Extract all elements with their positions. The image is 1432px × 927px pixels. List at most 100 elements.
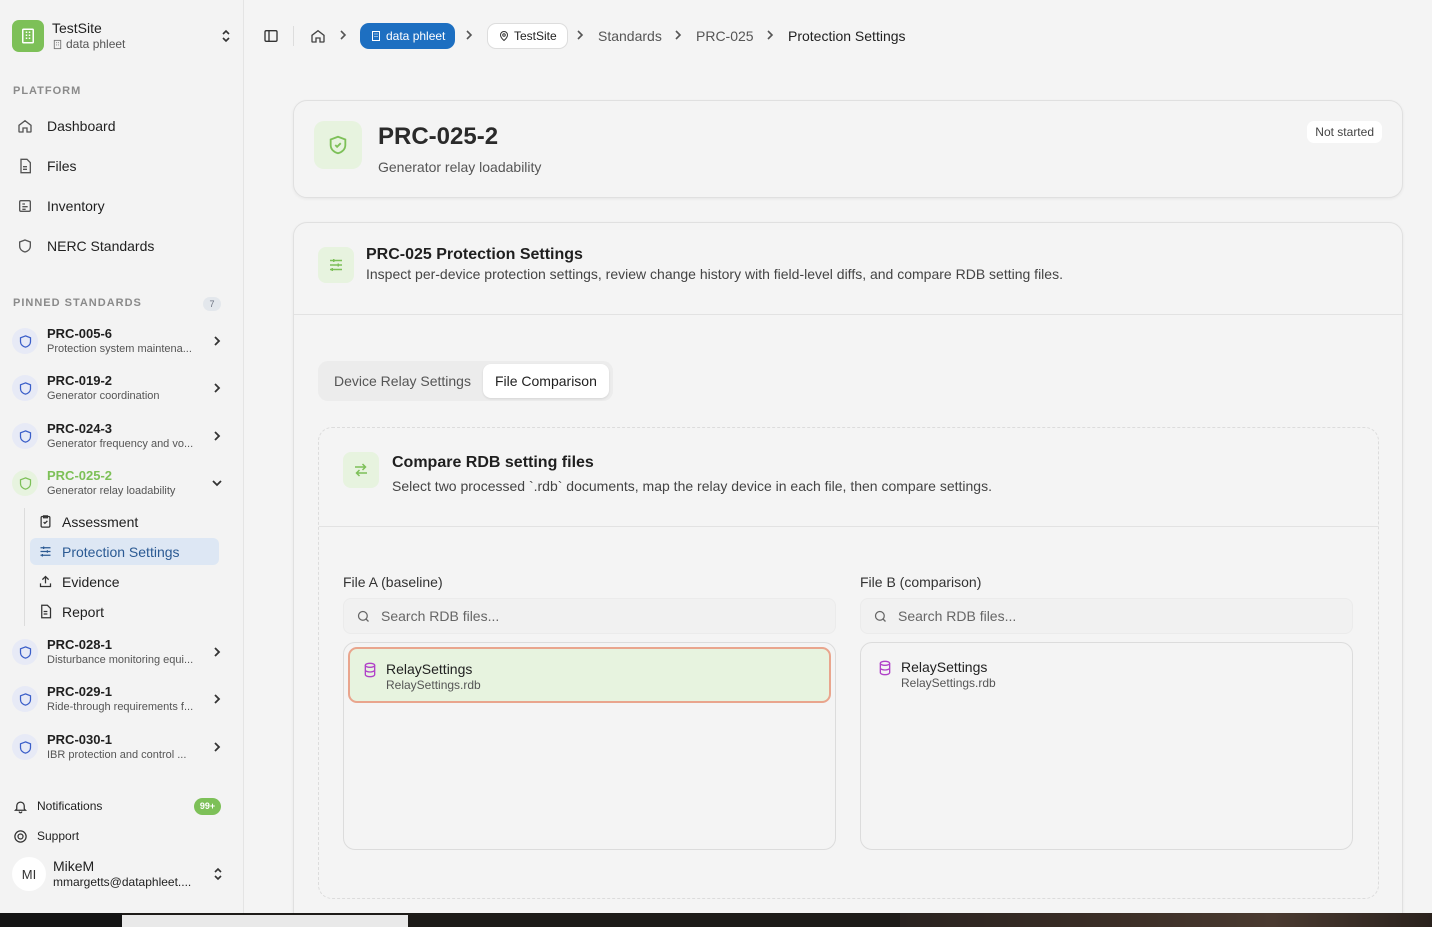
compare-panel: Compare RDB setting files Select two pro…: [318, 427, 1379, 899]
site-switcher[interactable]: TestSite data phleet: [12, 18, 232, 54]
file-b-search-input[interactable]: Search RDB files...: [860, 598, 1353, 634]
chevron-updown-icon: [214, 867, 222, 881]
section-divider: [294, 314, 1402, 315]
home-icon[interactable]: [310, 28, 326, 44]
home-icon: [12, 113, 38, 139]
search-icon: [357, 610, 369, 622]
clipboard-check-icon: [40, 515, 51, 528]
topbar-divider: [293, 26, 294, 46]
user-email: mmargetts@dataphleet....: [53, 875, 192, 889]
building-icon: [372, 31, 380, 41]
file-b-list: RelaySettings RelaySettings.rdb: [860, 642, 1353, 850]
shield-icon: [12, 734, 38, 760]
pinned-standards-label: PINNED STANDARDS: [13, 297, 142, 309]
chevron-updown-icon: [222, 29, 230, 43]
shield-icon: [12, 686, 38, 712]
chevron-right-icon: [214, 647, 221, 657]
breadcrumb-family[interactable]: PRC-025: [696, 23, 754, 49]
support-icon: [14, 829, 27, 843]
os-taskbar: [0, 913, 1432, 927]
section-description: Inspect per-device protection settings, …: [366, 266, 1063, 282]
chevron-right-icon: [767, 30, 774, 40]
shield-icon: [12, 639, 38, 665]
taskbar-window-strip: [122, 915, 408, 927]
breadcrumb-site[interactable]: TestSite: [487, 23, 568, 49]
database-icon: [364, 662, 376, 678]
inventory-icon: [12, 193, 38, 219]
pinned-prc-005-6[interactable]: PRC-005-6 Protection system maintena...: [12, 321, 224, 361]
sidebar-toggle-icon[interactable]: [263, 28, 279, 44]
notifications-link[interactable]: Notifications: [13, 797, 102, 815]
pinned-prc-030-1[interactable]: PRC-030-1 IBR protection and control ...: [12, 727, 224, 767]
sliders-icon: [40, 546, 51, 557]
shield-icon: [12, 233, 38, 259]
building-icon: [12, 20, 44, 52]
file-b-item-relaysettings[interactable]: RelaySettings RelaySettings.rdb: [865, 647, 1348, 703]
compare-divider: [319, 526, 1378, 527]
bell-icon: [13, 801, 28, 813]
file-a-label: File A (baseline): [343, 574, 443, 590]
search-icon: [874, 610, 886, 622]
sidebar: TestSite data phleet PLATFORM Dashboard …: [0, 0, 244, 913]
nav-files[interactable]: Files: [12, 151, 220, 181]
shield-icon: [12, 328, 38, 354]
subnav-report[interactable]: Report: [30, 598, 219, 625]
file-a-search-input[interactable]: Search RDB files...: [343, 598, 836, 634]
pinned-count-badge: 7: [203, 297, 221, 311]
report-icon: [41, 604, 52, 619]
tab-device-relay-settings[interactable]: Device Relay Settings: [322, 364, 483, 398]
standard-title: PRC-025-2: [378, 123, 499, 150]
avatar: MI: [12, 857, 46, 891]
chevron-right-icon: [214, 694, 221, 704]
chevron-right-icon: [214, 383, 221, 393]
tab-file-comparison[interactable]: File Comparison: [482, 364, 609, 398]
subnav-assessment[interactable]: Assessment: [30, 508, 219, 535]
shield-check-icon: [314, 121, 362, 169]
topbar: data phleet TestSite Standards PRC-025 P…: [245, 4, 1432, 68]
chevron-right-icon: [577, 30, 584, 40]
subnav-evidence[interactable]: Evidence: [30, 568, 219, 595]
breadcrumb-org[interactable]: data phleet: [360, 23, 456, 49]
notifications-badge: 99+: [194, 798, 221, 815]
compare-description: Select two processed `.rdb` documents, m…: [392, 478, 992, 494]
taskbar-wallpaper: [900, 913, 1432, 927]
sliders-icon: [318, 247, 354, 283]
platform-label: PLATFORM: [13, 85, 82, 97]
map-pin-icon: [499, 31, 509, 42]
protection-settings-card: PRC-025 Protection Settings Inspect per-…: [293, 222, 1403, 922]
pinned-prc-019-2[interactable]: PRC-019-2 Generator coordination: [12, 368, 224, 408]
standard-subtitle: Generator relay loadability: [378, 159, 542, 175]
upload-icon: [39, 575, 52, 588]
file-icon: [12, 153, 38, 179]
chevron-right-icon: [214, 742, 221, 752]
nav-nerc-standards[interactable]: NERC Standards: [12, 231, 220, 261]
chevron-right-icon: [214, 431, 221, 441]
support-link[interactable]: Support: [13, 829, 79, 843]
nav-dashboard[interactable]: Dashboard: [12, 111, 220, 141]
chevron-right-icon: [340, 30, 347, 40]
subnav-protection-settings[interactable]: Protection Settings: [30, 538, 219, 565]
user-name: MikeM: [53, 858, 95, 874]
shield-icon: [12, 375, 38, 401]
compare-title: Compare RDB setting files: [392, 454, 594, 471]
status-badge: Not started: [1307, 121, 1382, 143]
breadcrumb-current: Protection Settings: [788, 28, 906, 44]
taskbar-left: [0, 913, 122, 927]
file-a-list: RelaySettings RelaySettings.rdb: [343, 642, 836, 850]
chevron-right-icon: [675, 30, 682, 40]
user-menu[interactable]: MI MikeM mmargetts@dataphleet....: [12, 855, 224, 893]
file-a-item-relaysettings[interactable]: RelaySettings RelaySettings.rdb: [348, 647, 831, 703]
nav-inventory[interactable]: Inventory: [12, 191, 220, 221]
chevron-right-icon: [466, 30, 473, 40]
database-icon: [879, 660, 891, 676]
tab-list: Device Relay Settings File Comparison: [318, 361, 613, 401]
pinned-prc-029-1[interactable]: PRC-029-1 Ride-through requirements f...: [12, 679, 224, 719]
pinned-prc-024-3[interactable]: PRC-024-3 Generator frequency and vo...: [12, 416, 224, 456]
site-name: TestSite: [52, 20, 102, 36]
chevron-down-icon: [212, 480, 222, 487]
pinned-prc-028-1[interactable]: PRC-028-1 Disturbance monitoring equi...: [12, 632, 224, 672]
pinned-prc-025-2[interactable]: PRC-025-2 Generator relay loadability: [12, 463, 224, 503]
org-building-icon: [53, 39, 62, 50]
breadcrumb-standards[interactable]: Standards: [598, 23, 662, 49]
site-org: data phleet: [66, 37, 126, 51]
